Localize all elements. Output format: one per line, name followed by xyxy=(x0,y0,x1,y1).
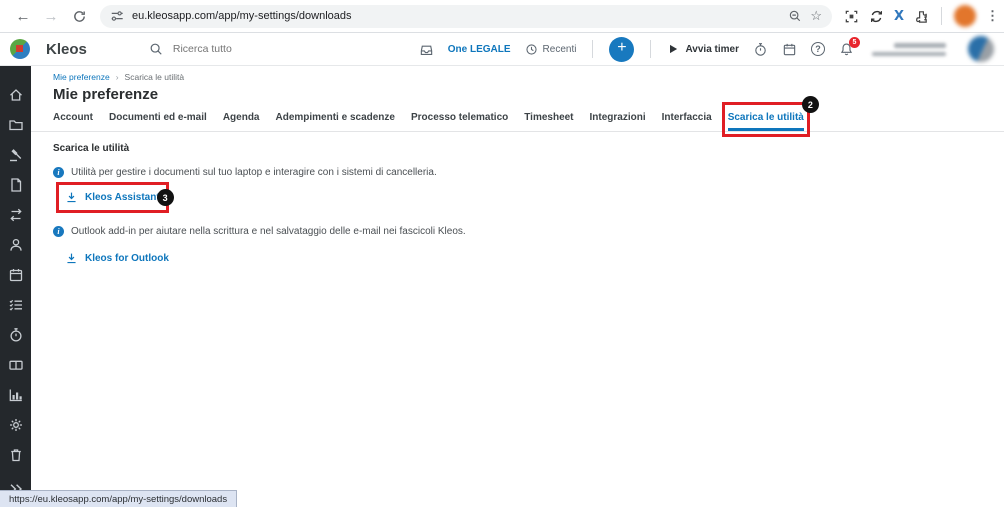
breadcrumb-parent-link[interactable]: Mie preferenze xyxy=(53,72,110,82)
status-url-text: https://eu.kleosapp.com/app/my-settings/… xyxy=(9,493,228,505)
preferences-tabbar: Account Documenti ed e-mail Agenda Ademp… xyxy=(31,96,1004,137)
browser-back-button[interactable]: ← xyxy=(10,3,36,29)
browser-menu-icon[interactable]: ⋮ xyxy=(986,8,999,24)
browser-profile-avatar[interactable] xyxy=(954,5,977,27)
reload-icon xyxy=(73,10,85,22)
bar-chart-icon[interactable] xyxy=(8,387,24,403)
download-icon xyxy=(67,253,76,264)
annotation-step-3-badge: 3 xyxy=(156,189,174,206)
app-header: Kleos One LEGALE Recenti + Avvia timer xyxy=(0,33,1004,66)
calendar-icon[interactable] xyxy=(782,42,797,57)
screenshot-extension-icon[interactable] xyxy=(844,9,859,24)
browser-toolbar: ← → eu.kleosapp.com/app/my-settings/down… xyxy=(0,0,1004,33)
tab-agenda[interactable]: Agenda xyxy=(223,108,260,131)
notifications-button[interactable]: 5 xyxy=(839,36,860,57)
global-search[interactable] xyxy=(149,42,411,56)
divider xyxy=(650,40,652,58)
x-extension-icon[interactable]: X xyxy=(894,9,904,24)
recents-label: Recenti xyxy=(542,43,577,55)
search-icon xyxy=(150,43,162,55)
notification-count-badge: 5 xyxy=(849,36,860,48)
add-new-button[interactable]: + xyxy=(609,36,635,62)
bookmark-star-icon[interactable]: ☆ xyxy=(810,8,822,24)
app-name: Kleos xyxy=(46,40,87,58)
timer-stopwatch-icon[interactable] xyxy=(753,42,768,57)
help-icon[interactable]: ? xyxy=(811,42,825,56)
kleos-logo-icon[interactable] xyxy=(10,39,30,59)
page-title: Mie preferenze xyxy=(53,86,159,103)
user-avatar[interactable] xyxy=(968,36,994,62)
download-row: Kleos for Outlook xyxy=(65,252,1004,270)
kleos-for-outlook-label: Kleos for Outlook xyxy=(85,253,169,264)
browser-reload-button[interactable] xyxy=(66,3,92,29)
recents-button[interactable]: Recenti xyxy=(525,43,577,56)
header-actions: One LEGALE Recenti + Avvia timer ? 5 xyxy=(419,36,994,62)
calendar-icon[interactable] xyxy=(8,267,24,283)
utility-info-text: Utilità per gestire i documenti sul tuo … xyxy=(71,167,437,178)
url-text[interactable]: eu.kleosapp.com/app/my-settings/download… xyxy=(132,10,780,22)
start-timer-button[interactable]: Avvia timer xyxy=(667,43,739,55)
download-row: Kleos Assistant 3 xyxy=(56,182,1004,213)
status-bar-url-tooltip: https://eu.kleosapp.com/app/my-settings/… xyxy=(0,490,238,507)
annotation-step-2-badge: 2 xyxy=(801,96,819,113)
download-icon xyxy=(67,192,76,203)
divider xyxy=(941,7,943,25)
screen: ← → eu.kleosapp.com/app/my-settings/down… xyxy=(0,0,1004,507)
tab-integrazioni[interactable]: Integrazioni xyxy=(590,108,646,131)
inbox-tray-icon[interactable] xyxy=(419,42,434,57)
info-icon: i xyxy=(53,167,64,178)
document-icon[interactable] xyxy=(8,177,24,193)
address-bar[interactable]: eu.kleosapp.com/app/my-settings/download… xyxy=(100,4,832,28)
gavel-icon[interactable] xyxy=(8,147,24,163)
play-icon xyxy=(670,44,678,54)
trash-icon[interactable] xyxy=(8,447,24,463)
breadcrumb: Mie preferenze › Scarica le utilità xyxy=(31,66,1004,82)
tab-scarica-le-utilita[interactable]: Scarica le utilità 2 xyxy=(721,96,819,137)
one-legale-link[interactable]: One LEGALE xyxy=(448,44,511,55)
utility-info-row: i Utilità per gestire i documenti sul tu… xyxy=(53,167,1004,178)
sidebar-nav xyxy=(0,66,31,507)
start-timer-label: Avvia timer xyxy=(685,43,739,55)
outlook-info-text: Outlook add-in per aiutare nella scrittu… xyxy=(71,226,466,237)
cards-kanban-icon[interactable] xyxy=(8,357,24,373)
site-settings-icon[interactable] xyxy=(110,9,124,23)
folder-icon[interactable] xyxy=(8,117,24,133)
tab-timesheet[interactable]: Timesheet xyxy=(524,108,573,131)
tab-scarica-le-utilita-label: Scarica le utilità xyxy=(727,112,804,123)
section-title: Scarica le utilità xyxy=(53,143,130,154)
contacts-user-icon[interactable] xyxy=(8,237,24,253)
kleos-assistant-label: Kleos Assistant xyxy=(85,192,160,203)
tab-account[interactable]: Account xyxy=(53,108,93,131)
breadcrumb-separator: › xyxy=(115,72,119,82)
search-input[interactable] xyxy=(170,42,411,56)
browser-forward-button[interactable]: → xyxy=(38,3,64,29)
tab-adempimenti-e-scadenze[interactable]: Adempimenti e scadenze xyxy=(275,108,394,131)
tasks-checklist-icon[interactable] xyxy=(8,297,24,313)
stopwatch-icon[interactable] xyxy=(8,327,24,343)
user-name-redacted xyxy=(872,42,946,56)
sync-extension-icon[interactable] xyxy=(869,9,884,24)
tab-processo-telematico[interactable]: Processo telematico xyxy=(411,108,508,131)
history-clock-icon xyxy=(525,43,537,55)
extensions-row: X ⋮ xyxy=(844,5,999,27)
kleos-assistant-download-link[interactable]: Kleos Assistant 3 xyxy=(56,182,174,213)
zoom-out-icon[interactable] xyxy=(788,9,802,23)
main-content: Mie preferenze › Scarica le utilità Mie … xyxy=(31,66,1004,507)
divider xyxy=(592,40,594,58)
home-icon[interactable] xyxy=(8,87,24,103)
outlook-info-row: i Outlook add-in per aiutare nella scrit… xyxy=(53,226,1004,237)
info-icon: i xyxy=(53,226,64,237)
kleos-for-outlook-download-link[interactable]: Kleos for Outlook xyxy=(65,252,169,265)
swap-arrows-icon[interactable] xyxy=(8,207,24,223)
extensions-puzzle-icon[interactable] xyxy=(914,9,929,24)
gear-settings-icon[interactable] xyxy=(8,417,24,433)
breadcrumb-current: Scarica le utilità xyxy=(124,72,185,82)
tab-documenti-ed-email[interactable]: Documenti ed e-mail xyxy=(109,108,207,131)
tab-interfaccia[interactable]: Interfaccia xyxy=(662,108,712,131)
